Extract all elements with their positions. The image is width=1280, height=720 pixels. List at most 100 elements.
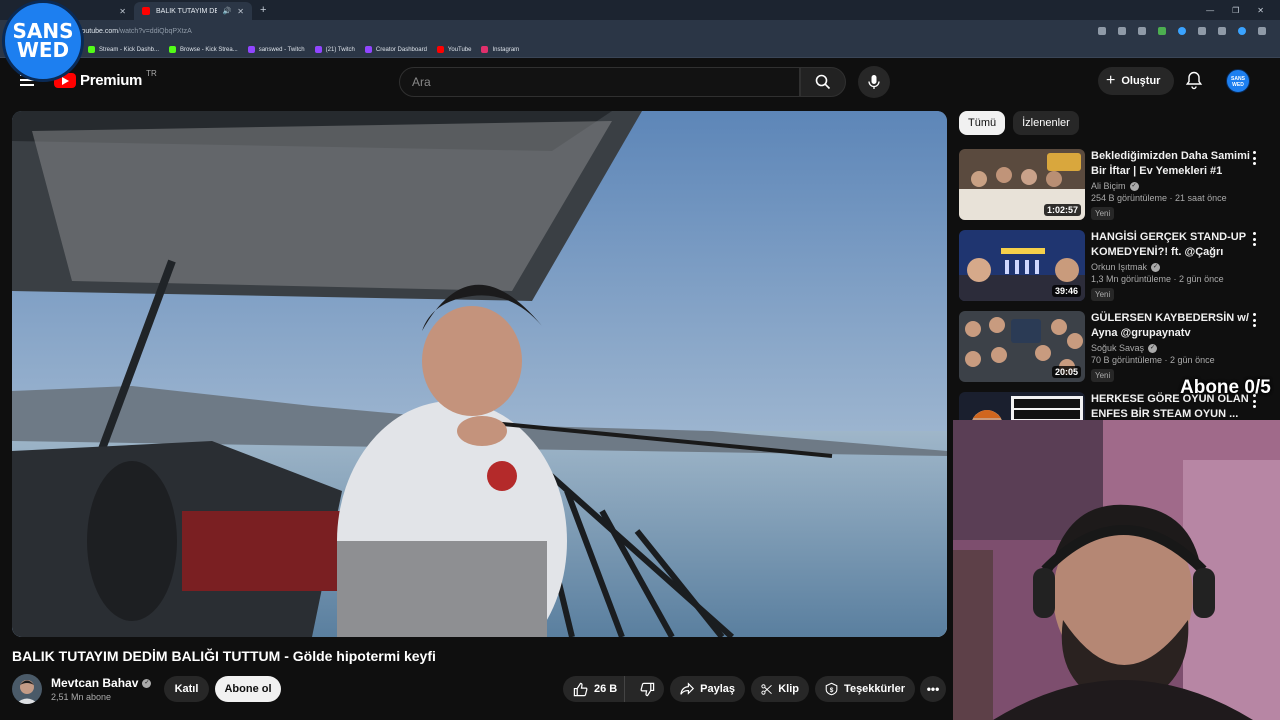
create-label: Oluştur	[1121, 75, 1161, 87]
recommendation-item[interactable]: 39:46 HANGİSİ GERÇEK STAND-UP KOMEDYENİ?…	[959, 230, 1269, 302]
more-actions-button[interactable]: •••	[920, 676, 946, 702]
bookmark-item[interactable]: sanswed - Twitch	[247, 46, 305, 53]
recommendation-channel[interactable]: Orkun Işıtmak ✓	[1091, 262, 1251, 272]
close-tab-icon[interactable]: ✕	[237, 7, 244, 16]
close-tab-icon[interactable]: ✕	[119, 7, 126, 16]
create-button[interactable]: + Oluştur	[1098, 67, 1174, 95]
bookmark-star-icon[interactable]	[1138, 27, 1146, 35]
microphone-icon	[868, 75, 880, 89]
profile-icon[interactable]	[1238, 27, 1246, 35]
recommendation-item[interactable]: 20:05 GÜLERSEN KAYBEDERSİN w/ Ayna @grup…	[959, 311, 1269, 383]
share-button[interactable]: Paylaş	[670, 676, 745, 702]
new-tab-button[interactable]: +	[260, 4, 266, 16]
close-window-icon[interactable]: ✕	[1257, 6, 1264, 15]
youtube-premium-logo[interactable]: Premium TR	[54, 69, 157, 89]
bookmark-favicon-icon	[247, 46, 255, 53]
extension-icon[interactable]	[1158, 27, 1166, 35]
extensions-puzzle-icon[interactable]	[1198, 27, 1206, 35]
browser-menu-icon[interactable]	[1258, 27, 1266, 35]
chip-all[interactable]: Tümü	[959, 111, 1006, 135]
audio-icon[interactable]: 🔊	[223, 7, 232, 15]
recommendation-title[interactable]: Beklediğimizden Daha Samimi Bir İftar | …	[1091, 149, 1251, 179]
logo-word: Premium	[80, 72, 143, 89]
browser-tab-active[interactable]: BALIK TUTAYIM DEDİM BALI 🔊 ✕	[134, 2, 252, 20]
recommendation-item[interactable]: 1:02:57 Beklediğimizden Daha Samimi Bir …	[959, 149, 1269, 221]
window-controls: — ❐ ✕	[1206, 6, 1280, 15]
bookmark-item[interactable]: Creator Dashboard	[364, 46, 427, 53]
share-icon	[680, 682, 695, 695]
account-avatar[interactable]: SANS WED	[1226, 69, 1250, 93]
thumbs-down-icon	[640, 682, 655, 696]
video-frame	[12, 111, 947, 637]
new-badge: Yeni	[1091, 288, 1115, 301]
verified-icon: ✓	[1151, 262, 1161, 272]
browser-tab-strip: ✕ BALIK TUTAYIM DEDİM BALI 🔊 ✕ + — ❐ ✕	[0, 0, 1280, 20]
video-thumbnail[interactable]: 1:02:57	[959, 149, 1085, 220]
video-owner: Mevtcan Bahav ✓ 2,51 Mn abone	[12, 674, 152, 704]
search-button[interactable]	[800, 67, 846, 97]
search-page-icon[interactable]	[1098, 27, 1106, 35]
verified-icon: ✓	[1129, 181, 1139, 191]
like-count: 26 B	[594, 683, 618, 695]
scissors-icon	[761, 683, 772, 695]
recommendation-channel[interactable]: Ali Biçim ✓	[1091, 181, 1251, 191]
thumbs-up-icon	[573, 682, 588, 696]
item-menu-icon[interactable]	[1251, 313, 1257, 327]
extension-icon[interactable]	[1178, 27, 1186, 35]
webcam-overlay	[953, 420, 1280, 720]
video-player[interactable]	[12, 111, 947, 637]
bookmark-item[interactable]: (21) Twitch	[314, 46, 355, 53]
recommendation-meta: 254 B görüntüleme · 21 saat önce	[1091, 193, 1227, 203]
video-duration: 39:46	[1051, 285, 1081, 297]
recommendation-title[interactable]: GÜLERSEN KAYBEDERSİN w/ Ayna @grupaynatv…	[1091, 311, 1251, 341]
subscriber-goal-overlay: Abone 0/5	[1180, 377, 1271, 398]
clip-button[interactable]: Klip	[751, 676, 809, 702]
bookmark-item[interactable]: Instagram	[481, 46, 519, 53]
notifications-bell-icon[interactable]	[1184, 70, 1204, 90]
channel-avatar[interactable]	[12, 674, 42, 704]
more-icon: •••	[926, 682, 940, 696]
dislike-button[interactable]	[631, 682, 664, 697]
item-menu-icon[interactable]	[1251, 151, 1257, 165]
extensions-toolbar	[1098, 27, 1280, 35]
bookmark-favicon-icon	[364, 46, 372, 53]
subscribe-button[interactable]: Abone ol	[215, 676, 281, 702]
video-thumbnail[interactable]: 20:05	[959, 311, 1085, 382]
item-menu-icon[interactable]	[1251, 232, 1257, 246]
video-title: BALIK TUTAYIM DEDİM BALIĞI TUTTUM - Göld…	[12, 648, 436, 664]
bookmark-item[interactable]: YouTube	[436, 46, 471, 53]
recommendation-title[interactable]: HANGİSİ GERÇEK STAND-UP KOMEDYENİ?! ft. …	[1091, 230, 1251, 260]
youtube-favicon-icon	[142, 7, 150, 15]
search-input[interactable]: Ara	[399, 67, 800, 97]
bookmark-favicon-icon	[436, 46, 444, 53]
tab-title: BALIK TUTAYIM DEDİM BALI	[156, 7, 217, 15]
url-field[interactable]: youtube.com/watch?v=ddiQbqPXtzA	[78, 28, 192, 35]
like-button[interactable]: 26 B	[563, 676, 626, 702]
minimize-icon[interactable]: —	[1206, 6, 1214, 15]
svg-text:$: $	[830, 687, 834, 694]
chip-watched[interactable]: İzlenenler	[1013, 111, 1079, 135]
country-code: TR	[146, 69, 157, 78]
recommendation-channel[interactable]: Soğuk Savaş ✓	[1091, 343, 1251, 353]
bookmark-favicon-icon	[169, 46, 177, 53]
bookmark-item[interactable]: Browse - Kick Strea...	[169, 46, 238, 53]
bookmarks-bar: Stream - Kick Dashb... Browse - Kick Stre…	[0, 42, 1280, 58]
bookmark-favicon-icon	[314, 46, 322, 53]
new-badge: Yeni	[1091, 369, 1115, 382]
voice-search-button[interactable]	[858, 66, 890, 98]
sidebar-icon[interactable]	[1218, 27, 1226, 35]
video-thumbnail[interactable]: 39:46	[959, 230, 1085, 301]
channel-name[interactable]: Mevtcan Bahav ✓	[51, 676, 152, 690]
bookmark-item[interactable]: Stream - Kick Dashb...	[88, 46, 159, 53]
thanks-button[interactable]: $ Teşekkürler	[815, 676, 915, 702]
new-badge: Yeni	[1091, 207, 1115, 220]
bookmark-favicon-icon	[88, 46, 95, 53]
verified-icon: ✓	[1148, 343, 1158, 353]
video-duration: 20:05	[1051, 366, 1081, 378]
youtube-header: Premium TR Ara + Oluştur SANS WED	[0, 58, 1280, 104]
maximize-icon[interactable]: ❐	[1232, 6, 1239, 15]
join-button[interactable]: Katıl	[164, 676, 209, 702]
like-dislike-group: 26 B	[563, 676, 664, 702]
bookmark-favicon-icon	[481, 46, 489, 53]
cast-icon[interactable]	[1118, 27, 1126, 35]
